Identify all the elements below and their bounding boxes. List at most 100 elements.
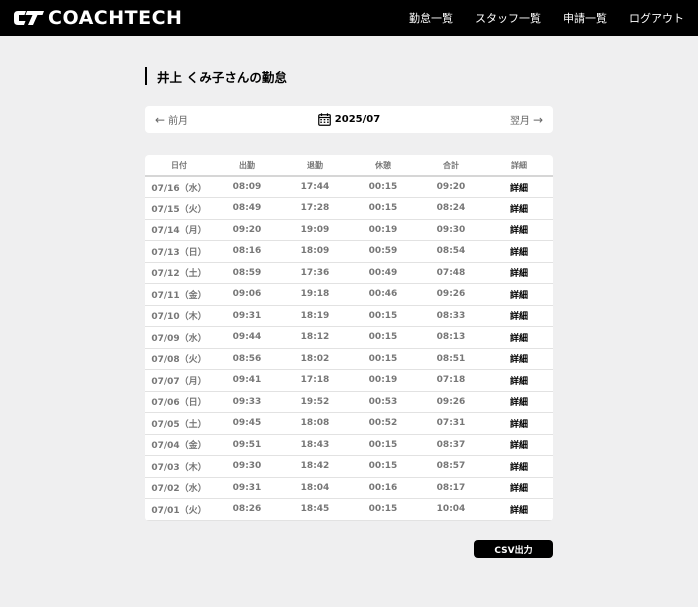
- nav-attendance-list[interactable]: 勤怠一覧: [409, 10, 453, 26]
- csv-export-button[interactable]: CSV出力: [474, 540, 553, 558]
- clock-in-cell: 08:56: [213, 348, 281, 370]
- current-month-label: 2025/07: [334, 114, 381, 125]
- table-row: 07/10（木） 09:31 18:19 00:15 08:33 詳細: [145, 305, 553, 327]
- arrow-left-icon: ←: [155, 112, 166, 127]
- detail-link[interactable]: 詳細: [485, 240, 553, 263]
- app-header: COACHTECH 勤怠一覧 スタッフ一覧 申請一覧 ログアウト: [0, 0, 698, 36]
- detail-link[interactable]: 詳細: [485, 412, 553, 435]
- date-cell: 07/08（火）: [145, 348, 213, 370]
- current-month[interactable]: 2025/07: [317, 113, 381, 126]
- clock-out-cell: 18:02: [281, 348, 349, 370]
- total-cell: 09:26: [417, 391, 485, 413]
- detail-link[interactable]: 詳細: [485, 176, 553, 198]
- column-header-clock-in: 出勤: [213, 155, 281, 177]
- clock-out-cell: 17:36: [281, 262, 349, 284]
- total-cell: 07:18: [417, 369, 485, 392]
- clock-in-cell: 09:44: [213, 326, 281, 349]
- arrow-right-icon: →: [532, 112, 543, 127]
- detail-link[interactable]: 詳細: [485, 326, 553, 349]
- clock-out-cell: 18:43: [281, 434, 349, 456]
- clock-out-cell: 19:09: [281, 219, 349, 241]
- clock-out-cell: 18:12: [281, 326, 349, 349]
- table-row: 07/05（土） 09:45 18:08 00:52 07:31 詳細: [145, 412, 553, 435]
- total-cell: 08:33: [417, 305, 485, 327]
- break-cell: 00:15: [349, 197, 417, 220]
- table-row: 07/13（日） 08:16 18:09 00:59 08:54 詳細: [145, 240, 553, 263]
- clock-out-cell: 17:18: [281, 369, 349, 392]
- detail-link[interactable]: 詳細: [485, 305, 553, 327]
- table-row: 07/08（火） 08:56 18:02 00:15 08:51 詳細: [145, 348, 553, 370]
- date-cell: 07/05（土）: [145, 412, 213, 435]
- clock-out-cell: 18:09: [281, 240, 349, 263]
- date-cell: 07/06（日）: [145, 391, 213, 413]
- clock-out-cell: 19:52: [281, 391, 349, 413]
- break-cell: 00:15: [349, 176, 417, 198]
- clock-in-cell: 09:31: [213, 305, 281, 327]
- total-cell: 09:20: [417, 176, 485, 198]
- break-cell: 00:53: [349, 391, 417, 413]
- date-cell: 07/12（土）: [145, 262, 213, 284]
- total-cell: 08:57: [417, 455, 485, 478]
- detail-link[interactable]: 詳細: [485, 498, 553, 521]
- table-row: 07/03（木） 09:30 18:42 00:15 08:57 詳細: [145, 455, 553, 478]
- detail-link[interactable]: 詳細: [485, 455, 553, 478]
- clock-out-cell: 18:19: [281, 305, 349, 327]
- detail-link[interactable]: 詳細: [485, 477, 553, 499]
- total-cell: 08:54: [417, 240, 485, 263]
- detail-link[interactable]: 詳細: [485, 348, 553, 370]
- detail-link[interactable]: 詳細: [485, 369, 553, 392]
- date-cell: 07/07（月）: [145, 369, 213, 392]
- clock-in-cell: 08:09: [213, 176, 281, 198]
- attendance-table: 日付 出勤 退勤 休憩 合計 詳細 07/16（水） 08:09 17:44 00:1…: [145, 155, 553, 521]
- date-cell: 07/15（火）: [145, 197, 213, 220]
- clock-in-cell: 08:16: [213, 240, 281, 263]
- break-cell: 00:46: [349, 283, 417, 306]
- column-header-break: 休憩: [349, 155, 417, 177]
- total-cell: 09:30: [417, 219, 485, 241]
- page-title: 井上 くみ子さんの勤怠: [157, 69, 287, 85]
- total-cell: 10:04: [417, 498, 485, 521]
- table-row: 07/06（日） 09:33 19:52 00:53 09:26 詳細: [145, 391, 553, 413]
- detail-link[interactable]: 詳細: [485, 197, 553, 220]
- next-month-button[interactable]: 翌月 →: [510, 112, 543, 128]
- table-row: 07/09（水） 09:44 18:12 00:15 08:13 詳細: [145, 326, 553, 349]
- clock-out-cell: 18:08: [281, 412, 349, 435]
- calendar-icon: [317, 113, 331, 126]
- table-row: 07/15（火） 08:49 17:28 00:15 08:24 詳細: [145, 197, 553, 220]
- nav-staff-list[interactable]: スタッフ一覧: [475, 10, 541, 26]
- break-cell: 00:15: [349, 305, 417, 327]
- break-cell: 00:15: [349, 434, 417, 456]
- break-cell: 00:19: [349, 219, 417, 241]
- detail-link[interactable]: 詳細: [485, 262, 553, 284]
- month-navigation: ← 前月 2025/07 翌月 →: [145, 106, 553, 133]
- attendance-table-container: 日付 出勤 退勤 休憩 合計 詳細 07/16（水） 08:09 17:44 00:1…: [145, 155, 553, 521]
- column-header-total: 合計: [417, 155, 485, 177]
- coachtech-logo[interactable]: COACHTECH: [13, 0, 182, 36]
- clock-out-cell: 17:28: [281, 197, 349, 220]
- column-header-clock-out: 退勤: [281, 155, 349, 177]
- clock-out-cell: 18:45: [281, 498, 349, 521]
- prev-month-button[interactable]: ← 前月: [155, 112, 189, 128]
- detail-link[interactable]: 詳細: [485, 391, 553, 413]
- column-header-detail: 詳細: [485, 155, 553, 177]
- ct-logo-icon: [14, 11, 44, 25]
- nav-request-list[interactable]: 申請一覧: [563, 10, 607, 26]
- clock-in-cell: 09:30: [213, 455, 281, 478]
- detail-link[interactable]: 詳細: [485, 219, 553, 241]
- clock-out-cell: 18:42: [281, 455, 349, 478]
- break-cell: 00:52: [349, 412, 417, 435]
- clock-in-cell: 09:33: [213, 391, 281, 413]
- clock-in-cell: 08:49: [213, 197, 281, 220]
- break-cell: 00:19: [349, 369, 417, 392]
- total-cell: 08:51: [417, 348, 485, 370]
- table-row: 07/01（火） 08:26 18:45 00:15 10:04 詳細: [145, 498, 553, 521]
- date-cell: 07/09（水）: [145, 326, 213, 349]
- total-cell: 08:37: [417, 434, 485, 456]
- detail-link[interactable]: 詳細: [485, 434, 553, 456]
- nav-logout[interactable]: ログアウト: [629, 10, 684, 26]
- break-cell: 00:15: [349, 348, 417, 370]
- table-row: 07/04（金） 09:51 18:43 00:15 08:37 詳細: [145, 434, 553, 456]
- prev-month-label: 前月: [168, 116, 189, 127]
- detail-link[interactable]: 詳細: [485, 283, 553, 306]
- break-cell: 00:15: [349, 326, 417, 349]
